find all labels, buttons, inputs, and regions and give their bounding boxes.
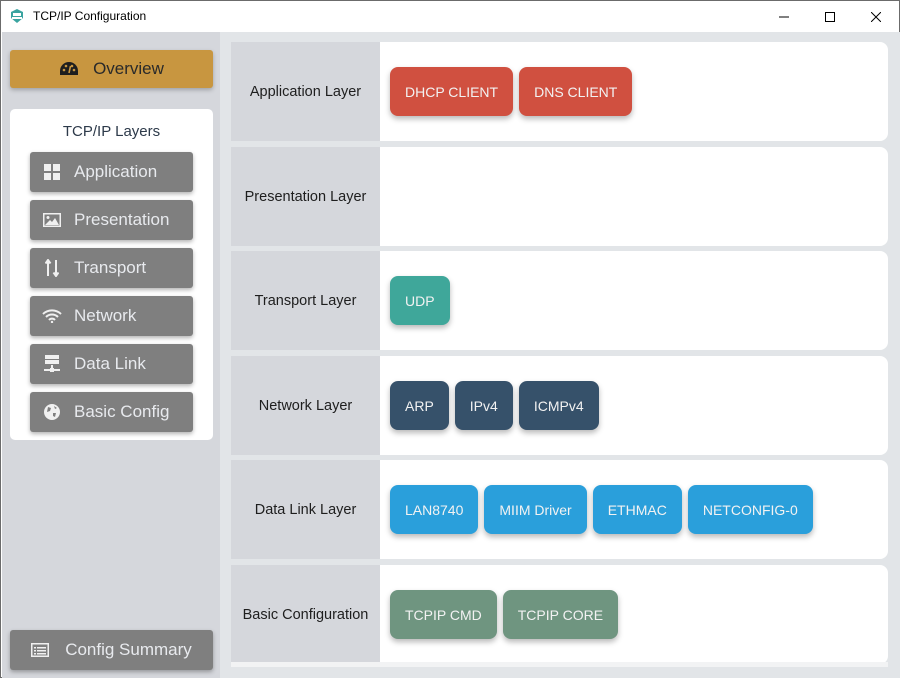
layer-label: Data Link Layer [231, 460, 380, 559]
layer-label: Application Layer [231, 42, 380, 141]
app-window: TCP/IP Configuration Overview TCP/IP Lay… [0, 0, 900, 678]
overview-label: Overview [93, 59, 164, 78]
component-list: LAN8740 MIIM Driver ETHMAC NETCONFIG-0 [390, 485, 813, 534]
sidebar-item-application[interactable]: Application [30, 152, 193, 192]
layer-row-network: Network Layer ARP IPv4 ICMPv4 [231, 356, 888, 455]
layer-label: Transport Layer [231, 251, 380, 350]
sidebar: Overview TCP/IP Layers Application Prese… [2, 32, 220, 678]
sidebar-item-label: Data Link [74, 354, 146, 373]
sidebar-item-network[interactable]: Network [30, 296, 193, 336]
layer-label: Network Layer [231, 356, 380, 455]
sidebar-item-label: Presentation [74, 210, 170, 229]
layer-row-presentation: Presentation Layer [231, 147, 888, 246]
title-bar: TCP/IP Configuration [1, 1, 899, 32]
globe-icon [30, 404, 74, 420]
minimize-icon [779, 16, 789, 17]
layers-panel-title: TCP/IP Layers [62, 123, 161, 140]
layer-row-basic-configuration: Basic Configuration TCPIP CMD TCPIP CORE [231, 565, 888, 664]
sidebar-item-label: Application [74, 162, 158, 181]
layer-row-data-link: Data Link Layer LAN8740 MIIM Driver ETHMAC… [231, 460, 888, 559]
close-icon [871, 11, 881, 22]
scroll-strip [231, 662, 888, 667]
component-button[interactable]: ICMPv4 [518, 381, 599, 430]
component-button[interactable]: TCPIP CMD [390, 590, 497, 639]
minimize-button[interactable] [761, 1, 807, 32]
sidebar-item-label: Transport [74, 258, 147, 277]
sidebar-item-data-link[interactable]: Data Link [30, 344, 193, 384]
sidebar-item-label: Network [74, 306, 137, 325]
component-button[interactable]: TCPIP CORE [502, 590, 619, 639]
component-list: ARP IPv4 ICMPv4 [390, 381, 599, 430]
list-icon [31, 643, 50, 657]
component-button[interactable]: ARP [390, 381, 449, 430]
component-button[interactable]: LAN8740 [390, 485, 479, 534]
tcpip-layers-panel: TCP/IP Layers Application Presentation T… [10, 109, 213, 440]
server-network-icon [30, 355, 74, 373]
component-button[interactable]: IPv4 [454, 381, 513, 430]
component-button[interactable]: MIIM Driver [484, 485, 587, 534]
component-button[interactable]: ETHMAC [592, 485, 682, 534]
sidebar-item-basic-config[interactable]: Basic Config [30, 392, 193, 432]
up-down-arrows-icon [30, 259, 74, 277]
maximize-button[interactable] [807, 1, 853, 32]
overview-button[interactable]: Overview [10, 50, 213, 88]
component-button[interactable]: DNS CLIENT [519, 67, 633, 116]
image-icon [30, 213, 74, 227]
component-button[interactable]: UDP [390, 276, 450, 325]
component-list: TCPIP CMD TCPIP CORE [390, 590, 619, 639]
maximize-icon [825, 11, 835, 22]
sidebar-item-transport[interactable]: Transport [30, 248, 193, 288]
app-logo-icon [11, 9, 23, 23]
grid-icon [30, 164, 74, 180]
layer-row-transport: Transport Layer UDP [231, 251, 888, 350]
layers-content: Application Layer DHCP CLIENT DNS CLIENT … [220, 32, 900, 678]
component-button[interactable]: DHCP CLIENT [390, 67, 514, 116]
component-list: UDP [390, 276, 450, 325]
layer-label: Presentation Layer [231, 147, 380, 246]
sidebar-item-label: Basic Config [74, 402, 170, 421]
component-button[interactable]: NETCONFIG-0 [687, 485, 813, 534]
layer-label: Basic Configuration [231, 565, 380, 664]
wifi-icon [30, 309, 74, 323]
component-list: DHCP CLIENT DNS CLIENT [390, 67, 633, 116]
close-button[interactable] [853, 1, 899, 32]
sidebar-item-presentation[interactable]: Presentation [30, 200, 193, 240]
config-summary-button[interactable]: Config Summary [10, 630, 213, 670]
window-title: TCP/IP Configuration [33, 9, 147, 23]
config-summary-label: Config Summary [65, 640, 192, 659]
layer-row-application: Application Layer DHCP CLIENT DNS CLIENT [231, 42, 888, 141]
dashboard-gauge-icon [60, 62, 79, 75]
